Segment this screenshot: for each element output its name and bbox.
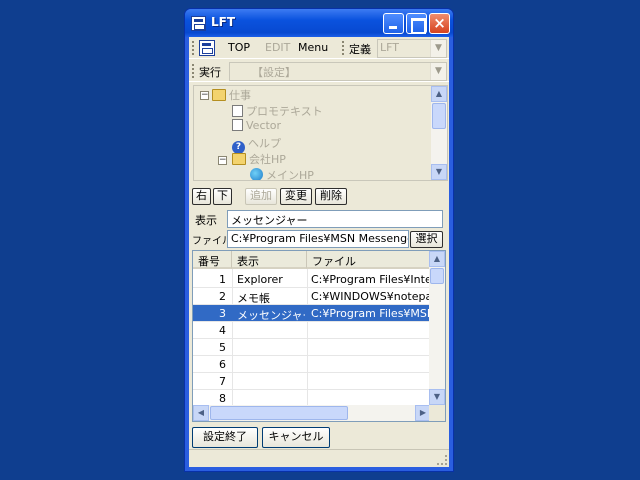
column-header-number[interactable]: 番号	[193, 251, 232, 269]
folder-icon	[232, 153, 246, 165]
chevron-down-icon[interactable]: ▼	[430, 40, 446, 57]
table-row-selected[interactable]: 3 メッセンジャー C:¥Program Files¥MSN	[193, 305, 431, 322]
tree-node[interactable]: プロモテキスト	[232, 103, 323, 119]
hyouji-input[interactable]: メッセンジャー	[227, 210, 443, 228]
row-number: 4	[219, 324, 226, 337]
right-button[interactable]: 右	[192, 188, 211, 205]
scroll-thumb[interactable]	[430, 268, 444, 284]
collapse-icon[interactable]: −	[218, 156, 227, 165]
column-header-display[interactable]: 表示	[232, 251, 307, 269]
settei-combo-value: 【設定】	[252, 66, 296, 79]
tree-node-label: 会社HP	[249, 153, 286, 166]
toolbar-grip-icon[interactable]	[342, 41, 345, 55]
chevron-down-icon[interactable]: ▼	[430, 63, 446, 80]
file-label: ファイル	[192, 236, 232, 247]
column-header-file[interactable]: ファイル	[307, 251, 431, 269]
resize-grip-icon[interactable]	[437, 455, 447, 465]
table-row[interactable]: 4	[193, 322, 431, 339]
change-button[interactable]: 変更	[280, 188, 312, 205]
table-row[interactable]: 1 Explorer C:¥Program Files¥Interr	[193, 271, 431, 288]
toolbar-run: 実行 【設定】 ▼	[189, 60, 449, 82]
table-row[interactable]: 6	[193, 356, 431, 373]
document-icon	[232, 119, 243, 131]
row-file: C:¥WINDOWS¥notepad.e	[311, 290, 431, 303]
finish-settings-button[interactable]: 設定終了	[192, 427, 258, 448]
close-icon: ×	[433, 14, 446, 32]
row-number: 6	[219, 358, 226, 371]
row-number: 3	[219, 307, 226, 320]
maximize-button[interactable]	[406, 13, 427, 34]
row-number: 7	[219, 375, 226, 388]
list-vertical-scrollbar[interactable]: ▲ ▼	[429, 251, 445, 405]
tree-node-label: プロモテキスト	[246, 105, 323, 118]
row-number: 1	[219, 273, 226, 286]
hyouji-label: 表示	[195, 214, 217, 227]
teigi-label: 定義	[349, 43, 371, 56]
item-list[interactable]: 番号 表示 ファイル 1 Explorer C:¥Program Files¥I…	[192, 250, 446, 422]
scroll-left-icon[interactable]: ◀	[193, 405, 209, 421]
tree-node-label: Vector	[246, 119, 282, 132]
save-floppy-icon[interactable]	[199, 40, 215, 56]
row-display: メモ帳	[237, 292, 270, 305]
scroll-thumb[interactable]	[210, 406, 348, 420]
close-button[interactable]: ×	[429, 13, 450, 34]
row-file: C:¥Program Files¥Interr	[311, 273, 431, 286]
row-number: 5	[219, 341, 226, 354]
row-number: 2	[219, 290, 226, 303]
row-file: C:¥Program Files¥MSN	[311, 307, 431, 320]
client-area: TOP EDIT Menu 定義 LFT ▼ 実行 【設定】 ▼ − 仕事 プロ…	[189, 37, 449, 467]
scroll-thumb[interactable]	[432, 103, 446, 129]
delete-button[interactable]: 削除	[315, 188, 347, 205]
down-button[interactable]: 下	[213, 188, 232, 205]
window-title: LFT	[211, 15, 236, 29]
list-horizontal-scrollbar[interactable]: ◀ ▶	[193, 405, 431, 421]
teigi-combo[interactable]: LFT ▼	[377, 39, 447, 58]
table-row[interactable]: 5	[193, 339, 431, 356]
top-button[interactable]: TOP	[228, 41, 250, 54]
tree-node[interactable]: Vector	[232, 119, 281, 135]
status-bar	[189, 449, 449, 467]
scroll-up-icon[interactable]: ▲	[429, 251, 445, 267]
lft-window: LFT × TOP EDIT Menu 定義 LFT ▼ 実行 【設定】 ▼ −…	[184, 8, 454, 472]
cancel-button[interactable]: キャンセル	[262, 427, 330, 448]
table-row[interactable]: 7	[193, 373, 431, 390]
document-icon	[232, 105, 243, 117]
row-number: 8	[219, 392, 226, 405]
tree-scrollbar[interactable]: ▲ ▼	[431, 86, 447, 180]
tree-node[interactable]: 仕事	[212, 87, 251, 103]
tree-node-label: メインHP	[266, 169, 314, 181]
tree-node-label: 仕事	[229, 89, 251, 102]
row-display: メッセンジャー	[237, 309, 305, 322]
scroll-up-icon[interactable]: ▲	[431, 86, 447, 102]
globe-icon	[250, 168, 263, 180]
menu-tree[interactable]: − 仕事 プロモテキスト Vector ? ヘルプ − 会社HP メインHP ▲ …	[193, 85, 448, 181]
folder-icon	[212, 89, 226, 101]
edit-button[interactable]: EDIT	[265, 41, 290, 54]
collapse-icon[interactable]: −	[200, 91, 209, 100]
app-floppy-icon[interactable]	[191, 16, 206, 31]
toolbar-main: TOP EDIT Menu 定義 LFT ▼	[189, 37, 449, 59]
tree-node-label: ヘルプ	[248, 137, 281, 150]
menu-button[interactable]: Menu	[298, 41, 328, 54]
select-button[interactable]: 選択	[410, 231, 443, 248]
tree-node[interactable]: ? ヘルプ	[232, 135, 281, 154]
teigi-combo-value: LFT	[380, 41, 399, 54]
toolbar-grip-icon[interactable]	[192, 64, 195, 78]
tree-node[interactable]: 会社HP	[232, 151, 286, 167]
settei-combo[interactable]: 【設定】 ▼	[229, 62, 447, 81]
file-input[interactable]: C:¥Program Files¥MSN Messenger	[227, 230, 409, 248]
row-display: Explorer	[237, 273, 283, 286]
tree-node[interactable]: メインHP	[250, 167, 314, 181]
scroll-down-icon[interactable]: ▼	[431, 164, 447, 180]
scroll-down-icon[interactable]: ▼	[429, 389, 445, 405]
scroll-corner	[429, 405, 445, 421]
table-row[interactable]: 2 メモ帳 C:¥WINDOWS¥notepad.e	[193, 288, 431, 305]
add-button[interactable]: 追加	[245, 188, 277, 205]
toolbar-grip-icon[interactable]	[192, 41, 195, 55]
minimize-button[interactable]	[383, 13, 404, 34]
jikkou-label[interactable]: 実行	[199, 64, 221, 80]
title-bar[interactable]: LFT ×	[185, 9, 453, 37]
